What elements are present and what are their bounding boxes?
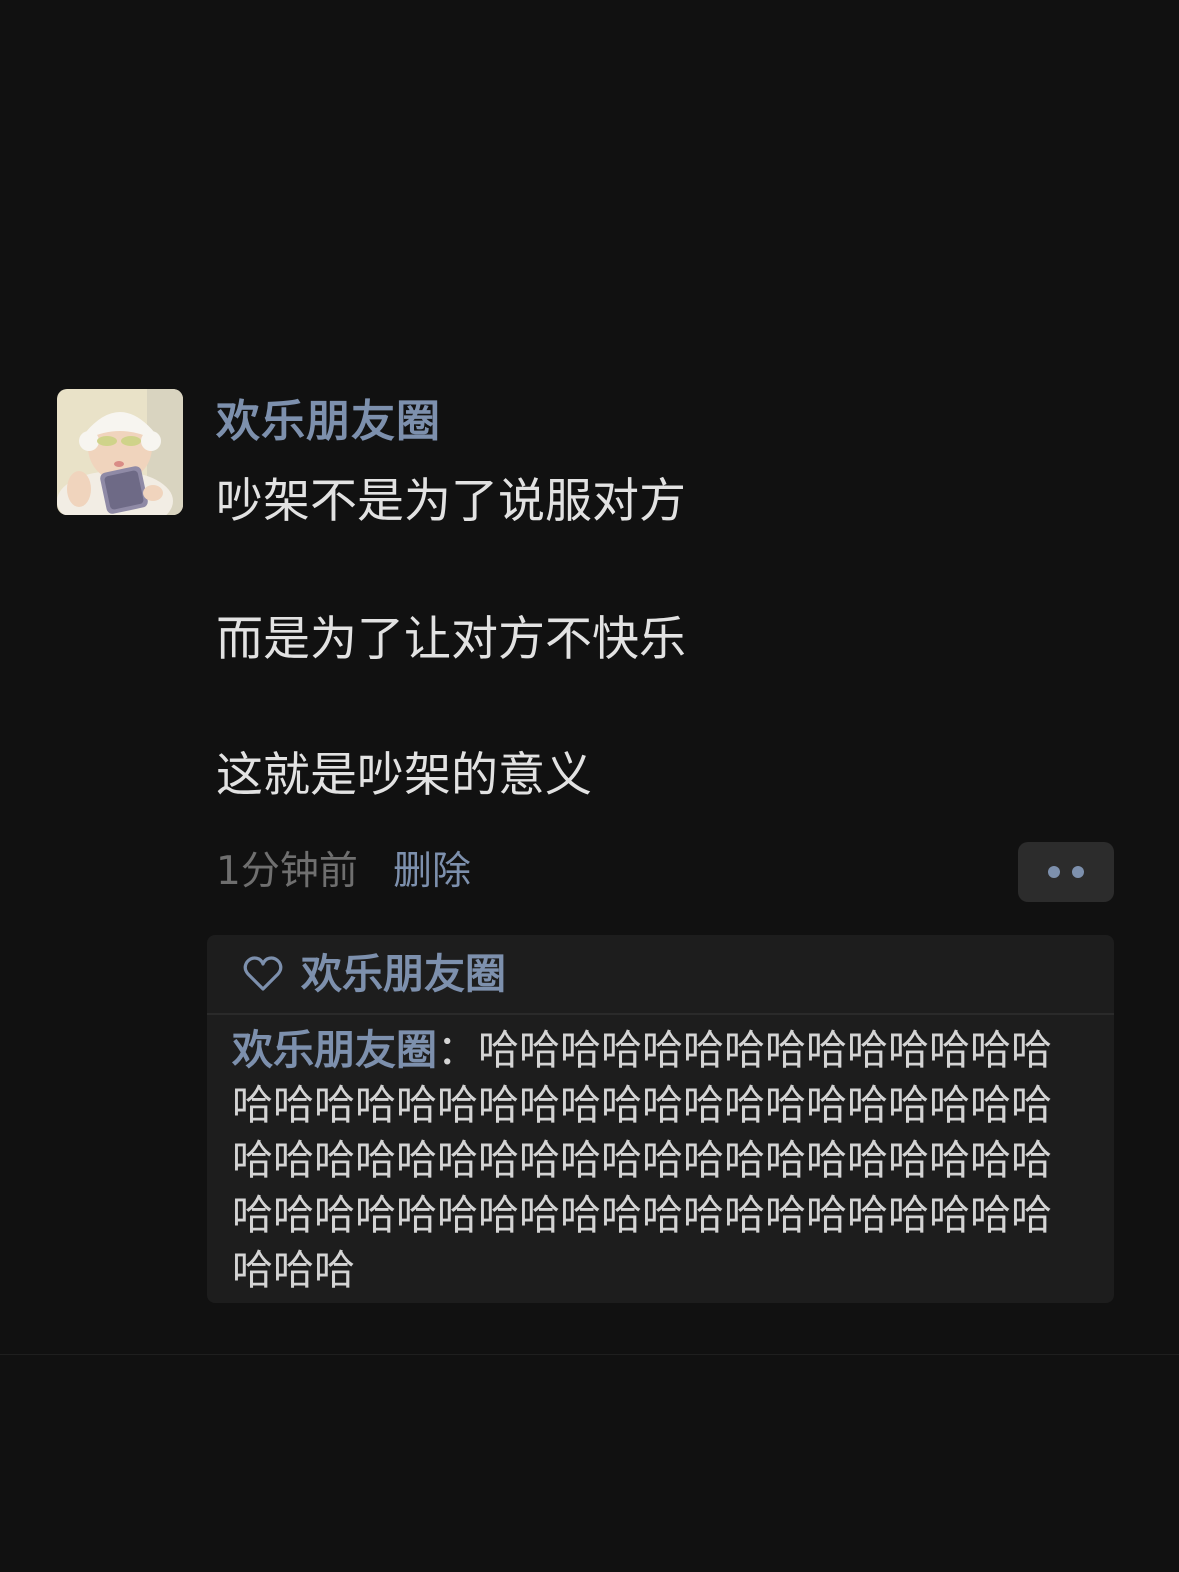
post-text-line-1: 吵架不是为了说服对方: [216, 474, 686, 529]
post-text-line-3: 这就是吵架的意义: [216, 748, 592, 803]
likes-comments-panel: 欢乐朋友圈 欢乐朋友圈：哈哈哈哈哈哈哈哈哈哈哈哈哈哈哈哈哈哈哈哈哈哈哈哈哈哈哈哈…: [207, 935, 1114, 1303]
post-text-line-2: 而是为了让对方不快乐: [216, 612, 686, 667]
heart-outline-icon: [243, 956, 283, 991]
comment-item[interactable]: 欢乐朋友圈：哈哈哈哈哈哈哈哈哈哈哈哈哈哈哈哈哈哈哈哈哈哈哈哈哈哈哈哈哈哈哈哈哈哈…: [232, 1023, 1092, 1298]
two-dots-icon: [1048, 866, 1060, 878]
likes-row: 欢乐朋友圈: [207, 935, 1114, 1013]
comment-author-name[interactable]: 欢乐朋友圈: [232, 1026, 437, 1074]
author-avatar[interactable]: [57, 389, 183, 515]
post-author-name[interactable]: 欢乐朋友圈: [216, 390, 441, 454]
delete-link[interactable]: 删除: [393, 847, 471, 897]
panel-divider: [207, 1013, 1114, 1015]
avatar-image: [57, 389, 183, 515]
feed-divider: [0, 1354, 1179, 1355]
moment-post: 欢乐朋友圈 吵架不是为了说服对方 而是为了让对方不快乐 这就是吵架的意义 1分钟…: [0, 0, 1179, 1355]
post-timestamp: 1分钟前: [216, 849, 358, 894]
two-dots-icon-dot: [1072, 866, 1084, 878]
like-user-name[interactable]: 欢乐朋友圈: [301, 947, 506, 1001]
comment-separator: ：: [437, 1026, 478, 1074]
more-actions-button[interactable]: [1018, 842, 1114, 902]
